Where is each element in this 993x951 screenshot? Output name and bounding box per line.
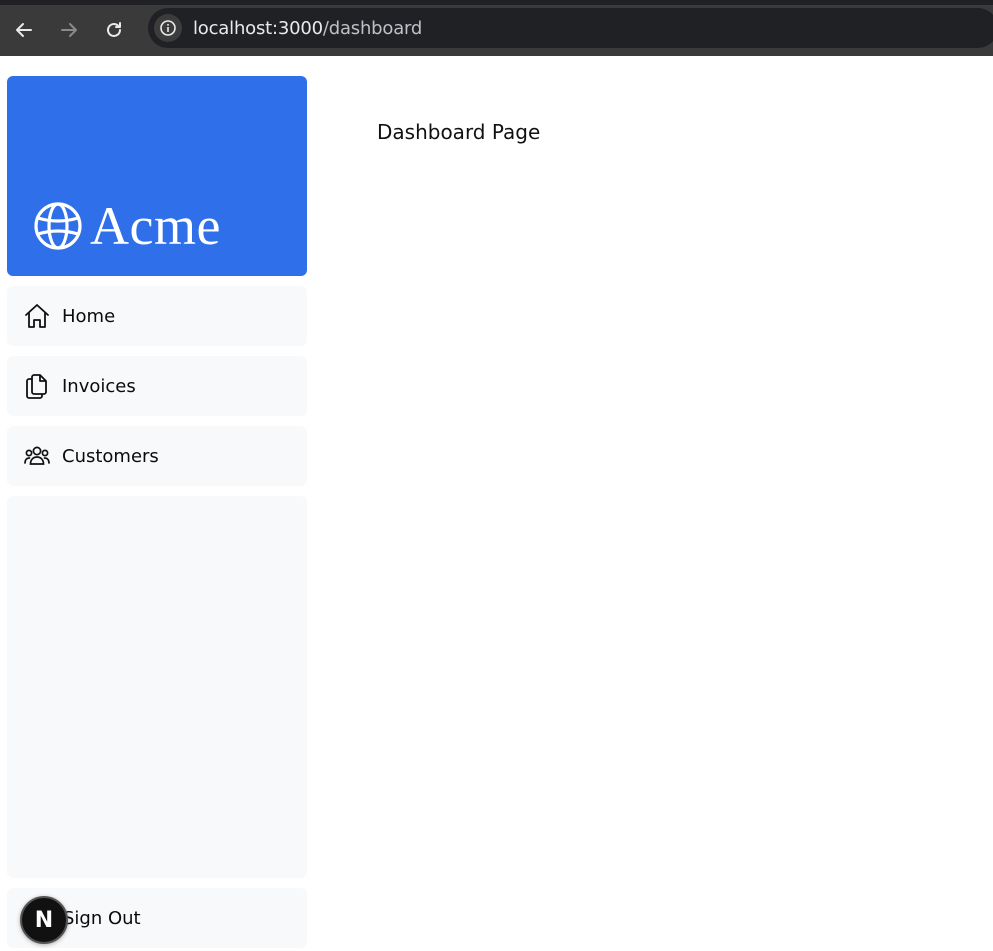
sidebar: Acme Home Invoices Customers Sign Out xyxy=(7,76,307,948)
site-info-button[interactable] xyxy=(154,14,182,42)
home-icon xyxy=(23,302,51,330)
url-text[interactable]: localhost:3000/dashboard xyxy=(193,18,422,39)
sidebar-item-home[interactable]: Home xyxy=(7,286,307,346)
sidebar-item-customers[interactable]: Customers xyxy=(7,426,307,486)
page-title: Dashboard Page xyxy=(377,120,541,144)
arrow-left-icon xyxy=(16,23,32,37)
brand-name: Acme xyxy=(90,196,221,256)
reload-icon xyxy=(107,22,121,37)
browser-toolbar: localhost:3000/dashboard xyxy=(0,0,993,56)
sidebar-spacer xyxy=(7,496,307,878)
globe-icon xyxy=(34,202,82,250)
address-bar[interactable]: localhost:3000/dashboard xyxy=(148,8,993,48)
brand-card[interactable]: Acme xyxy=(7,76,307,276)
url-path: /dashboard xyxy=(322,17,423,39)
forward-button[interactable] xyxy=(54,15,84,45)
back-button[interactable] xyxy=(9,15,39,45)
sign-out-label: Sign Out xyxy=(63,907,141,929)
info-icon xyxy=(160,20,176,36)
brand-logo: Acme xyxy=(32,196,221,256)
url-host: localhost:3000 xyxy=(193,17,323,39)
sidebar-item-invoices[interactable]: Invoices xyxy=(7,356,307,416)
sidebar-item-label: Home xyxy=(62,305,116,327)
document-duplicate-icon xyxy=(23,372,51,400)
nextjs-logo-icon: N xyxy=(34,907,54,933)
reload-button[interactable] xyxy=(99,15,129,45)
arrow-right-icon xyxy=(61,23,77,37)
sidebar-item-label: Customers xyxy=(62,445,159,467)
nextjs-dev-badge[interactable]: N xyxy=(20,896,68,944)
user-group-icon xyxy=(23,442,51,470)
sidebar-item-label: Invoices xyxy=(62,375,136,397)
